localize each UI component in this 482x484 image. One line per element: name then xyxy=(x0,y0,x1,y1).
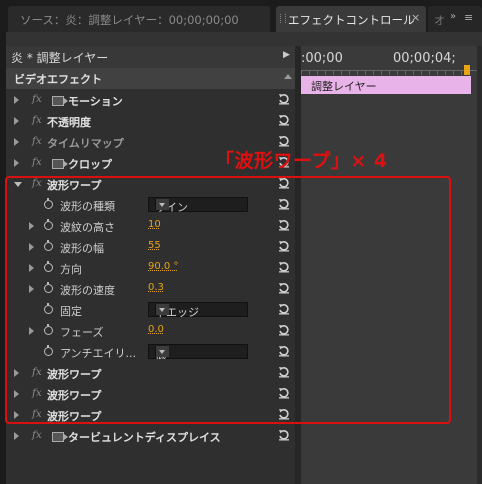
clip-bar-label: 調整レイヤー xyxy=(311,80,377,93)
tab-source-label: ソース：炎：調整レイヤー：00;00;00;00 xyxy=(20,13,239,27)
tab-overflow[interactable]: オ » ≡ xyxy=(428,6,482,32)
effect-label: タイムリマップ xyxy=(47,137,124,150)
twirl-closed-icon[interactable] xyxy=(14,138,19,146)
reset-icon[interactable] xyxy=(278,93,289,105)
twirl-closed-icon[interactable] xyxy=(14,159,19,167)
master-clip-row[interactable]: 炎 * 調整レイヤー ▶ xyxy=(6,46,295,68)
clip-bar[interactable]: 調整レイヤー xyxy=(301,76,471,94)
effect-row-motion[interactable]: fx モーション xyxy=(6,90,295,111)
effect-row-turbulent[interactable]: fx タービュレントディスプレイス xyxy=(6,426,295,447)
tab-effect-controls-label: エフェクトコントロール xyxy=(288,13,415,27)
timecode-start: :00;00 xyxy=(301,51,343,66)
motion-icon xyxy=(52,432,68,442)
panel-menu-icon[interactable]: ≡ xyxy=(464,11,473,24)
video-effects-header: ビデオエフェクト xyxy=(6,68,295,89)
collapse-up-icon[interactable] xyxy=(284,74,292,79)
reset-icon[interactable] xyxy=(278,429,289,441)
panel-tab-bar: ソース：炎：調整レイヤー：00;00;00;00 エフェクトコントロール × オ… xyxy=(0,0,482,32)
tab-partial-label: オ xyxy=(434,14,445,27)
timecode-end: 00;00;04; xyxy=(393,51,456,66)
grip-icon[interactable] xyxy=(280,14,286,23)
effect-label: モーション xyxy=(68,95,123,108)
effect-row-opacity[interactable]: fx 不透明度 xyxy=(6,111,295,132)
playhead[interactable] xyxy=(464,65,470,75)
annotation-box xyxy=(5,176,451,424)
fx-icon[interactable]: fx xyxy=(32,93,42,105)
fx-icon[interactable]: fx xyxy=(32,429,42,441)
motion-icon xyxy=(52,159,68,169)
twirl-closed-icon[interactable] xyxy=(14,432,19,440)
fx-icon[interactable]: fx xyxy=(32,135,42,147)
fx-icon[interactable]: fx xyxy=(32,156,42,168)
time-ruler[interactable] xyxy=(301,70,477,75)
effect-label: 不透明度 xyxy=(47,116,91,129)
twirl-closed-icon[interactable] xyxy=(14,96,19,104)
video-effects-label: ビデオエフェクト xyxy=(14,73,102,86)
overflow-icon[interactable]: » xyxy=(450,11,456,22)
effect-label: タービュレントディスプレイス xyxy=(68,431,221,444)
annotation-label: 「波形ワープ」× 4 xyxy=(215,150,388,172)
reset-icon[interactable] xyxy=(278,114,289,126)
vertical-scrollbar[interactable] xyxy=(477,46,482,484)
reset-icon[interactable] xyxy=(278,135,289,147)
twirl-closed-icon[interactable] xyxy=(14,117,19,125)
motion-icon xyxy=(52,96,68,106)
master-clip-label: 炎 * 調整レイヤー xyxy=(11,51,109,65)
effect-label: クロップ xyxy=(68,158,112,171)
tab-source-monitor[interactable]: ソース：炎：調整レイヤー：00;00;00;00 xyxy=(8,6,270,32)
tab-effect-controls[interactable]: エフェクトコントロール × xyxy=(276,6,426,32)
close-icon[interactable]: × xyxy=(411,11,420,24)
play-right-icon[interactable]: ▶ xyxy=(283,50,290,60)
fx-icon[interactable]: fx xyxy=(32,114,42,126)
